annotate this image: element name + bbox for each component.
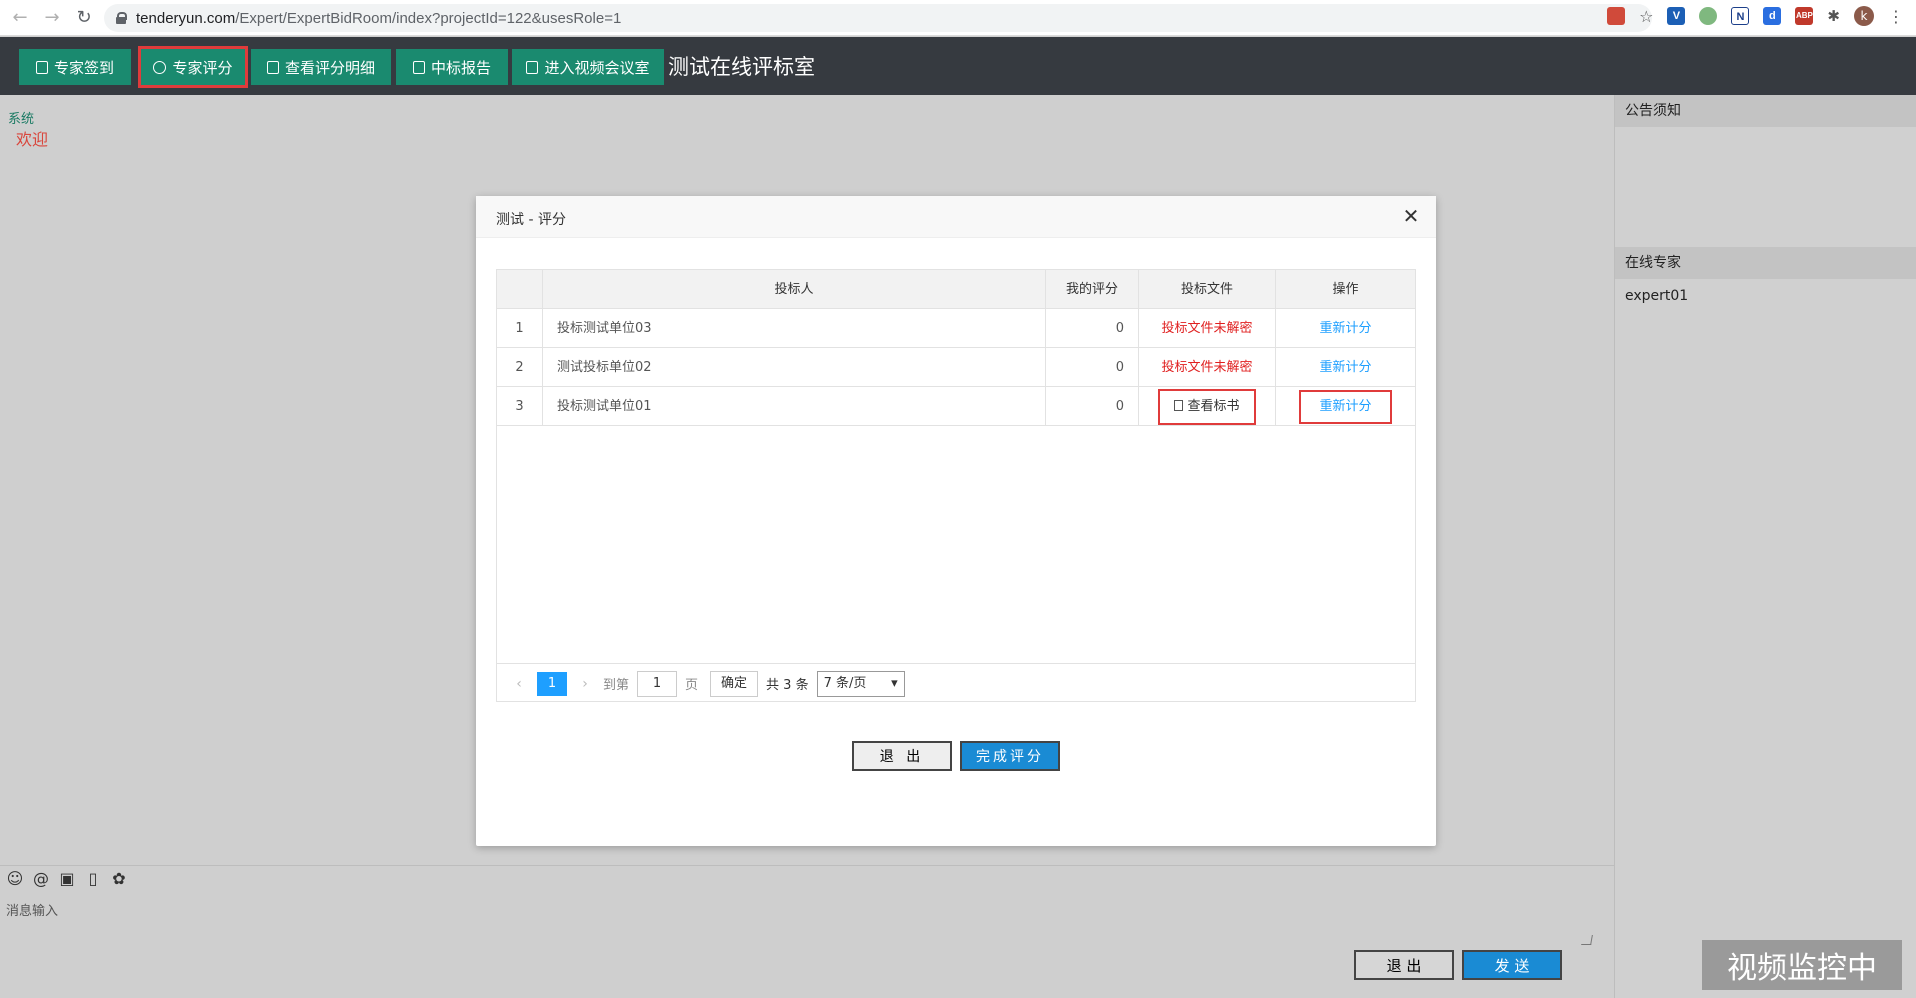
textarea-resize-handle[interactable] <box>1581 935 1593 945</box>
adblock-icon[interactable]: ABP <box>1795 7 1814 25</box>
rescore-link[interactable]: 重新计分 <box>1276 348 1415 387</box>
extension-circle-icon[interactable] <box>1699 7 1718 25</box>
next-page-icon[interactable]: › <box>575 676 595 692</box>
column-header-index <box>497 270 543 309</box>
my-score: 0 <box>1046 348 1139 387</box>
extension-d-icon[interactable]: d <box>1763 7 1782 25</box>
room-title: 测试在线评标室 <box>668 55 815 79</box>
my-score: 0 <box>1046 309 1139 348</box>
reload-icon[interactable]: ↻ <box>72 6 96 30</box>
total-count: 共 3 条 <box>766 678 809 693</box>
my-score: 0 <box>1046 387 1139 426</box>
video-monitoring-watermark: 视频监控中 <box>1702 940 1902 990</box>
pagination: ‹ 1 › 到第 1 页 确定 共 3 条 7 条/页 <box>497 663 1415 703</box>
palette-icon[interactable]: ✿ <box>110 869 128 888</box>
goto-page-input[interactable]: 1 <box>637 670 678 697</box>
browser-toolbar: ← → ↻ tenderyun.com/Expert/ExpertBidRoom… <box>0 0 1916 36</box>
expert-list-item: expert01 <box>1625 288 1689 304</box>
goto-confirm-button[interactable]: 确定 <box>710 670 759 697</box>
file-cell: 查看标书 <box>1139 387 1276 426</box>
award-report-button[interactable]: 中标报告 <box>396 49 508 85</box>
current-page[interactable]: 1 <box>537 671 567 696</box>
bidder-name: 测试投标单位02 <box>543 348 1046 387</box>
bidder-score-table: 投标人 我的评分 投标文件 操作 1 投标测试单位03 0 投标文件未解密 重新… <box>496 269 1416 702</box>
dialog-exit-button[interactable]: 退 出 <box>852 741 952 771</box>
prev-page-icon[interactable]: ‹ <box>509 676 529 692</box>
translate-icon[interactable] <box>1607 7 1626 25</box>
video-icon <box>526 60 539 74</box>
bidder-name: 投标测试单位01 <box>543 387 1046 426</box>
rescore-cell: 重新计分 <box>1276 387 1415 426</box>
browser-menu-icon[interactable]: ⋮ <box>1888 7 1904 26</box>
extension-n-icon[interactable]: N <box>1731 7 1750 25</box>
column-header-bidder: 投标人 <box>543 270 1046 309</box>
expert-checkin-button[interactable]: 专家签到 <box>19 49 131 85</box>
column-header-score: 我的评分 <box>1046 270 1139 309</box>
rescore-link[interactable]: 重新计分 <box>1299 390 1392 424</box>
extension-v-icon[interactable]: V <box>1667 7 1686 25</box>
file-status: 投标文件未解密 <box>1139 309 1276 348</box>
welcome-message: 欢迎 <box>16 130 49 149</box>
report-icon <box>412 60 425 74</box>
goto-label: 到第 <box>603 678 630 693</box>
table-row: 2 测试投标单位02 0 投标文件未解密 重新计分 <box>497 348 1415 387</box>
column-header-action: 操作 <box>1332 282 1359 297</box>
bidder-name: 投标测试单位03 <box>543 309 1046 348</box>
page-size-select[interactable]: 7 条/页 <box>816 670 905 697</box>
image-icon[interactable]: ▣ <box>58 869 76 888</box>
view-score-details-button[interactable]: 查看评分明细 <box>251 49 391 85</box>
lock-icon <box>116 12 127 24</box>
column-header-file: 投标文件 <box>1139 270 1276 309</box>
checkin-icon <box>35 60 48 74</box>
table-header: 投标人 我的评分 投标文件 操作 <box>497 270 1415 309</box>
bookmark-star-icon[interactable]: ☆ <box>1639 7 1653 26</box>
online-experts-header: 在线专家 <box>1615 247 1916 279</box>
view-bid-document-link[interactable]: 查看标书 <box>1158 389 1256 425</box>
right-panel: 公告须知 在线专家 expert01 <box>1614 95 1916 998</box>
app-topbar: 专家签到 专家评分 查看评分明细 中标报告 进入视频会议室 测试在线评标室 <box>0 37 1916 95</box>
score-dialog: 测试 - 评分 ✕ 投标人 我的评分 投标文件 操作 1 投标测试单位03 0 … <box>476 196 1436 846</box>
enter-video-meeting-button[interactable]: 进入视频会议室 <box>512 49 664 85</box>
address-bar[interactable]: tenderyun.com/Expert/ExpertBidRoom/index… <box>104 4 1652 32</box>
emoji-icon[interactable]: ☺ <box>6 869 24 888</box>
row-index: 1 <box>497 309 543 348</box>
chat-exit-button[interactable]: 退 出 <box>1354 950 1454 980</box>
forward-icon[interactable]: → <box>40 6 64 30</box>
table-row: 3 投标测试单位01 0 查看标书 重新计分 <box>497 387 1415 426</box>
row-index: 3 <box>497 387 543 426</box>
page-suffix: 页 <box>685 678 699 693</box>
row-index: 2 <box>497 348 543 387</box>
score-icon <box>153 60 167 74</box>
expert-score-button[interactable]: 专家评分 <box>138 46 248 88</box>
close-icon[interactable]: ✕ <box>1402 206 1420 226</box>
message-input[interactable]: 消息输入 <box>6 900 58 919</box>
extensions-puzzle-icon[interactable]: ✱ <box>1827 7 1840 25</box>
profile-avatar[interactable]: k <box>1854 6 1874 26</box>
file-status: 投标文件未解密 <box>1139 348 1276 387</box>
file-icon[interactable]: ▯ <box>84 869 102 888</box>
finish-scoring-button[interactable]: 完成评分 <box>960 741 1060 771</box>
message-toolbar: ☺ @ ▣ ▯ ✿ <box>0 865 1614 891</box>
mention-icon[interactable]: @ <box>32 869 50 888</box>
dialog-title: 测试 - 评分 <box>496 212 566 228</box>
system-sender-label: 系统 <box>8 112 35 127</box>
document-icon <box>266 60 279 74</box>
document-icon <box>1174 400 1184 411</box>
extensions-area: ☆ V N d ABP ✱ k ⋮ <box>1607 6 1904 26</box>
back-icon[interactable]: ← <box>8 6 32 30</box>
send-button[interactable]: 发 送 <box>1462 950 1562 980</box>
url-text: tenderyun.com/Expert/ExpertBidRoom/index… <box>136 9 622 27</box>
table-row: 1 投标测试单位03 0 投标文件未解密 重新计分 <box>497 309 1415 348</box>
dialog-header: 测试 - 评分 ✕ <box>476 196 1436 238</box>
rescore-link[interactable]: 重新计分 <box>1276 309 1415 348</box>
notice-header: 公告须知 <box>1615 95 1916 127</box>
